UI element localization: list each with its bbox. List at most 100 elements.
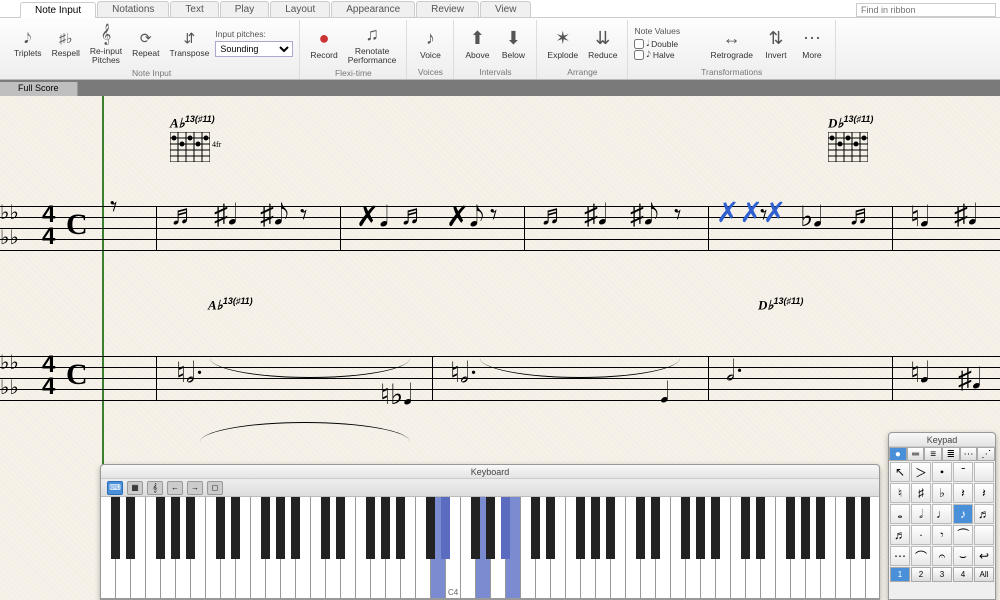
black-key[interactable] — [171, 497, 180, 559]
keypad-voice-3[interactable]: 3 — [932, 567, 952, 582]
black-key[interactable] — [531, 497, 540, 559]
keypad-cell[interactable]: 𝄾 — [932, 525, 952, 545]
keyboard-panel-title[interactable]: Keyboard — [101, 465, 879, 479]
reinput-pitches-button[interactable]: 𝄞Re-input Pitches — [86, 20, 126, 67]
transpose-button[interactable]: ⇵Transpose — [165, 26, 213, 60]
chord-diagram[interactable] — [828, 132, 868, 162]
chord-symbol[interactable]: D♭13(♯11) — [758, 296, 803, 313]
keypad-cell[interactable]: ♭ — [932, 483, 952, 503]
keypad-cell[interactable]: ־ — [953, 462, 973, 482]
repeat-button[interactable]: ⟳Repeat — [128, 26, 163, 60]
keypad-cell[interactable] — [974, 462, 994, 482]
keypad-cell[interactable]: 𝅝 — [890, 504, 910, 524]
black-key[interactable] — [651, 497, 660, 559]
black-key[interactable] — [291, 497, 300, 559]
below-button[interactable]: ⬇Below — [496, 24, 530, 62]
keypad-cell[interactable]: ↩ — [974, 546, 994, 566]
black-key[interactable] — [471, 497, 480, 559]
keypad-cell[interactable]: ⌣ — [953, 546, 973, 566]
keypad-cell[interactable]: ↖ — [890, 462, 910, 482]
above-button[interactable]: ⬆Above — [460, 24, 494, 62]
keypad-cell[interactable]: • — [932, 462, 952, 482]
tab-view[interactable]: View — [480, 1, 532, 17]
keypad-cell[interactable]: 𝄐 — [932, 546, 952, 566]
voice-button[interactable]: ♪Voice — [413, 24, 447, 62]
retrograde-button[interactable]: ↔Retrograde — [706, 24, 757, 62]
keypad-cell[interactable] — [974, 525, 994, 545]
black-key[interactable] — [741, 497, 750, 559]
keypad-cell[interactable]: ♩ — [932, 504, 952, 524]
keypad-title[interactable]: Keypad — [889, 433, 995, 447]
chord-symbol[interactable]: A♭13(♯11) — [208, 296, 253, 313]
black-key[interactable] — [321, 497, 330, 559]
tab-notations[interactable]: Notations — [97, 1, 169, 17]
tab-text[interactable]: Text — [170, 1, 218, 17]
black-key[interactable] — [681, 497, 690, 559]
keypad-cell[interactable]: ♪ — [953, 504, 973, 524]
respell-button[interactable]: ♯♭Respell — [48, 26, 84, 60]
black-key[interactable] — [546, 497, 555, 559]
keypad-tab-2[interactable]: ≡ — [924, 447, 942, 461]
chord-diagram[interactable]: 4fr — [170, 132, 210, 162]
keypad-tab-0[interactable]: ● — [889, 447, 907, 461]
black-key[interactable] — [846, 497, 855, 559]
black-key[interactable] — [801, 497, 810, 559]
keypad-voice-2[interactable]: 2 — [911, 567, 931, 582]
keypad-voice-All[interactable]: All — [974, 567, 994, 582]
black-key[interactable] — [186, 497, 195, 559]
keypad-cell[interactable]: ♬ — [890, 525, 910, 545]
black-key[interactable] — [591, 497, 600, 559]
black-key[interactable] — [606, 497, 615, 559]
keypad-cell[interactable]: 𝅗𝅥 — [911, 504, 931, 524]
keypad-cell[interactable]: ＞ — [911, 462, 931, 482]
black-key[interactable] — [696, 497, 705, 559]
tab-layout[interactable]: Layout — [270, 1, 330, 17]
keypad-tab-4[interactable]: ⋯ — [960, 447, 978, 461]
black-key[interactable] — [111, 497, 120, 559]
halve-checkbox[interactable]: 𝅘𝅥𝅮Halve — [634, 49, 704, 60]
triplets-button[interactable]: 𝅘𝅥𝅮Triplets — [10, 26, 46, 60]
black-key[interactable] — [216, 497, 225, 559]
black-key[interactable] — [861, 497, 870, 559]
black-key[interactable] — [336, 497, 345, 559]
black-key[interactable] — [276, 497, 285, 559]
tab-review[interactable]: Review — [416, 1, 479, 17]
doc-tab-full-score[interactable]: Full Score — [0, 82, 78, 96]
keypad-cell[interactable]: ⋯ — [890, 546, 910, 566]
black-key[interactable] — [231, 497, 240, 559]
black-key[interactable] — [636, 497, 645, 559]
keypad-cell[interactable]: ⌒ — [911, 546, 931, 566]
black-key[interactable] — [426, 497, 435, 559]
black-key[interactable] — [756, 497, 765, 559]
keypad-cell[interactable]: ⏜ — [953, 525, 973, 545]
black-key[interactable] — [486, 497, 495, 559]
black-key[interactable] — [441, 497, 450, 559]
keypad-tab-1[interactable]: ═ — [907, 447, 925, 461]
tab-note-input[interactable]: Note Input — [20, 2, 96, 18]
black-key[interactable] — [261, 497, 270, 559]
reduce-button[interactable]: ⇊Reduce — [584, 24, 621, 62]
selected-note[interactable]: ✗✗✗ — [716, 196, 786, 230]
keypad-voice-1[interactable]: 1 — [890, 567, 910, 582]
keypad-cell[interactable]: · — [911, 525, 931, 545]
black-key[interactable] — [786, 497, 795, 559]
black-key[interactable] — [816, 497, 825, 559]
keypad-cell[interactable]: ♮ — [890, 483, 910, 503]
keypad-tab-3[interactable]: ≣ — [942, 447, 960, 461]
piano-keyboard[interactable]: C4 — [101, 497, 879, 599]
black-key[interactable] — [156, 497, 165, 559]
keypad-cell[interactable]: ♯ — [911, 483, 931, 503]
black-key[interactable] — [501, 497, 510, 559]
explode-button[interactable]: ✶Explode — [543, 24, 582, 62]
chord-symbol[interactable]: A♭13(♯11) — [170, 114, 215, 131]
ribbon-search-input[interactable] — [856, 3, 996, 17]
more-button[interactable]: ⋯More — [795, 24, 829, 62]
record-button[interactable]: ●Record — [306, 24, 341, 62]
keyboard-view-button[interactable]: ⌨ — [107, 481, 123, 495]
keypad-cell[interactable]: 𝄽 — [953, 483, 973, 503]
window-button[interactable]: ◻ — [207, 481, 223, 495]
chord-tool-button[interactable]: 𝄞 — [147, 481, 163, 495]
fretboard-view-button[interactable]: ▦ — [127, 481, 143, 495]
keypad-cell[interactable]: 𝄽 — [974, 483, 994, 503]
input-pitches-select[interactable]: Sounding — [215, 41, 293, 57]
